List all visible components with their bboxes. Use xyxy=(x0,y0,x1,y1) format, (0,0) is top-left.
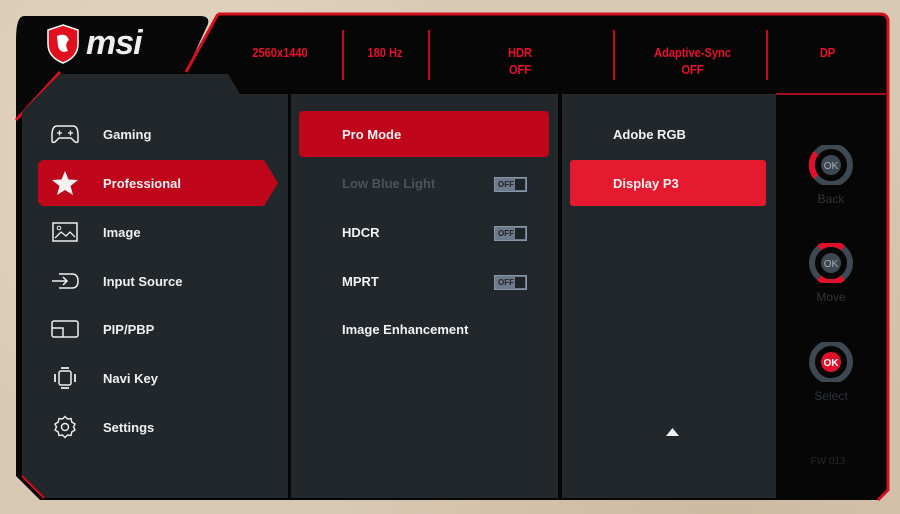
sidebar-item-label: PIP/PBP xyxy=(103,321,155,337)
image-icon xyxy=(50,220,80,244)
adaptive-sync-status: Adaptive-Sync OFF xyxy=(630,44,755,78)
joystick-up-down-icon: OK xyxy=(809,240,853,286)
menu-item-mprt[interactable]: MPRT OFF xyxy=(299,258,549,304)
hdr-status: HDR OFF xyxy=(470,44,570,78)
menu-item-hdcr[interactable]: HDCR OFF xyxy=(299,209,549,255)
star-icon xyxy=(50,171,80,195)
input-icon xyxy=(50,269,80,293)
sidebar-item-label: Image xyxy=(103,224,141,240)
select-label: Select xyxy=(814,389,848,403)
sidebar-item-image[interactable]: Image xyxy=(38,209,278,255)
option-display-p3[interactable]: Display P3 xyxy=(570,160,766,206)
hdr-value: OFF xyxy=(508,62,532,77)
firmware-version: FW 013 xyxy=(810,456,846,467)
low-blue-light-toggle: OFF xyxy=(494,177,527,192)
sidebar-item-settings[interactable]: Settings xyxy=(38,404,278,450)
resolution-status: 2560x1440 xyxy=(252,45,308,60)
menu-item-label: Low Blue Light xyxy=(342,175,436,191)
sidebar-item-gaming[interactable]: Gaming xyxy=(38,111,278,157)
sidebar-item-label: Professional xyxy=(103,175,182,191)
option-adobe-rgb[interactable]: Adobe RGB xyxy=(570,111,766,157)
joystick-left-icon: OK xyxy=(808,143,853,187)
gear-icon xyxy=(50,415,80,439)
adaptive-sync-label: Adaptive-Sync xyxy=(654,45,731,60)
sidebar-item-professional[interactable]: Professional xyxy=(38,160,278,206)
input-status: DP xyxy=(819,45,836,60)
sidebar-item-pip-pbp[interactable]: PIP/PBP xyxy=(38,306,278,352)
sidebar-item-label: Navi Key xyxy=(103,370,158,386)
sidebar-item-label: Settings xyxy=(103,419,155,435)
hdcr-toggle[interactable]: OFF xyxy=(494,226,527,241)
menu-item-label: MPRT xyxy=(342,273,379,289)
refresh-status: 180 Hz xyxy=(367,45,403,60)
menu-item-label: Pro Mode xyxy=(342,126,402,142)
joystick-press-icon: OK xyxy=(809,340,853,384)
msi-logo xyxy=(46,24,80,69)
triangle-up-icon[interactable] xyxy=(666,423,679,441)
svg-text:OK: OK xyxy=(824,161,839,172)
gamepad-icon xyxy=(50,122,80,146)
sidebar-item-label: Gaming xyxy=(103,126,152,142)
menu-item-low-blue-light: Low Blue Light OFF xyxy=(299,160,549,206)
menu-item-label: HDCR xyxy=(342,224,380,240)
adaptive-sync-value: OFF xyxy=(681,62,704,77)
menu-item-label: Image Enhancement xyxy=(342,321,469,337)
sidebar-item-input-source[interactable]: Input Source xyxy=(38,258,278,304)
svg-text:OK: OK xyxy=(824,358,840,369)
navi-key-icon xyxy=(50,366,80,390)
nav-hint-select: OK Select xyxy=(808,340,854,403)
sidebar-item-label: Input Source xyxy=(103,273,183,289)
mprt-toggle[interactable]: OFF xyxy=(494,275,527,290)
svg-text:OK: OK xyxy=(824,259,839,270)
menu-item-pro-mode[interactable]: Pro Mode xyxy=(299,111,549,157)
option-label: Display P3 xyxy=(613,175,679,191)
menu-item-image-enhancement[interactable]: Image Enhancement xyxy=(299,306,549,352)
option-label: Adobe RGB xyxy=(613,126,686,142)
logo-text: msi xyxy=(86,24,143,62)
move-label: Move xyxy=(816,290,846,304)
sidebar-item-navi-key[interactable]: Navi Key xyxy=(38,355,278,401)
nav-hint-back: OK Back xyxy=(808,143,854,206)
nav-hint-move: OK Move xyxy=(808,240,854,304)
hdr-label: HDR xyxy=(508,45,532,60)
back-label: Back xyxy=(817,192,845,206)
pip-icon xyxy=(50,317,80,341)
msi-dragon-shield-icon xyxy=(47,24,79,64)
